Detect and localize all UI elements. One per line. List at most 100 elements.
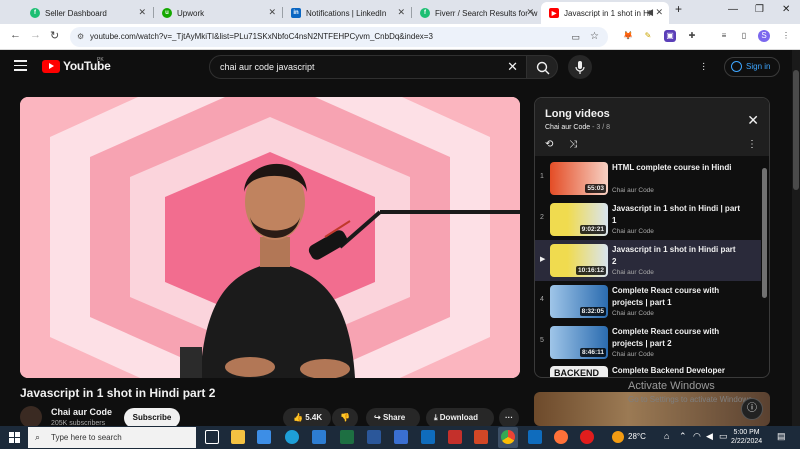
temperature[interactable]: 28°C [628, 432, 646, 441]
activate-windows-subtitle: Go to Settings to activate Windows. [628, 395, 755, 404]
cast-icon[interactable]: ▭ [571, 27, 580, 47]
teams-icon[interactable] [528, 430, 542, 444]
minimize-icon[interactable]: — [728, 4, 738, 15]
close-icon[interactable]: ✕ [268, 7, 276, 18]
sign-in-button[interactable]: Sign in [724, 57, 780, 77]
playlist-item-index: 2 [540, 214, 544, 221]
channel-name[interactable]: Chai aur Code [51, 407, 112, 417]
people-icon[interactable]: ⌂ [664, 431, 669, 441]
clock[interactable]: 5:00 PM 2/22/2024 [731, 428, 762, 446]
settings-menu-icon[interactable]: · · · [702, 59, 705, 75]
shuffle-icon[interactable]: ⤨ [569, 139, 577, 150]
close-icon[interactable]: ✕ [655, 7, 663, 18]
playlist-scrollbar[interactable] [762, 168, 767, 298]
playlist-item[interactable]: BACKEND Complete Backend Developer [535, 363, 761, 377]
playlist-item-current[interactable]: ▶ 10:16:12 Javascript in 1 shot in Hindi… [535, 240, 761, 281]
close-icon[interactable]: ✕ [526, 7, 534, 18]
chrome-menu-icon[interactable]: ⋮ [780, 30, 792, 42]
profile-avatar[interactable]: S [758, 30, 770, 42]
word-icon[interactable] [367, 430, 381, 444]
tab-upwork[interactable]: u Upwork ✕ [154, 2, 282, 24]
store-icon[interactable] [257, 430, 271, 444]
subscribe-button[interactable]: Subscribe [124, 408, 180, 428]
extensions-puzzle-icon[interactable]: ✚ [686, 30, 698, 42]
playlist-item[interactable]: 2 9:02:21 Javascript in 1 shot in Hindi … [535, 199, 761, 240]
firefox-icon[interactable] [554, 430, 568, 444]
loop-icon[interactable]: ⟲ [545, 139, 553, 150]
page-scrollbar[interactable] [792, 50, 800, 426]
hamburger-menu-icon[interactable] [14, 60, 27, 74]
windows-start-icon[interactable] [9, 432, 20, 443]
more-actions-button[interactable]: ··· [499, 408, 519, 428]
like-button[interactable]: 👍 5.4K [283, 408, 331, 428]
playlist-item-channel: Chai aur Code [612, 269, 654, 276]
playlist-channel[interactable]: Chai aur Code [545, 124, 590, 131]
playlist-item[interactable]: 4 8:32:05 Complete React course with pro… [535, 281, 761, 322]
fiverr-icon: f [30, 8, 40, 18]
volume-icon[interactable]: ◀ [706, 431, 713, 442]
new-tab-button[interactable]: + [675, 2, 682, 16]
outlook-icon[interactable] [421, 430, 435, 444]
search-input[interactable]: chai aur code javascript ✕ [209, 55, 527, 79]
taskbar-search-input[interactable]: ⌕ Type here to search [28, 427, 196, 448]
reload-icon[interactable]: ↻ [50, 29, 59, 42]
close-icon[interactable]: ✕ [138, 7, 146, 18]
tab-fiverr-search[interactable]: f Fiverr / Search Results for 'w ✕ [412, 2, 540, 24]
tab-title: Upwork [177, 8, 205, 18]
browser-tab-strip: f Seller Dashboard ✕ u Upwork ✕ in Notif… [0, 0, 800, 24]
voice-search-button[interactable] [568, 55, 592, 79]
reading-list-icon[interactable]: ≡ [718, 30, 730, 42]
search-query: chai aur code javascript [220, 62, 315, 72]
address-bar[interactable]: ⚙ youtube.com/watch?v=_TjtAyMkiTI&list=P… [70, 27, 608, 47]
tab-youtube-active[interactable]: ▶ Javascript in 1 shot in Hi ◀ ✕ [541, 2, 669, 24]
show-hidden-icons[interactable]: ⌃ [679, 431, 687, 442]
video-player[interactable] [20, 97, 520, 378]
metamask-icon[interactable]: 🦊 [622, 30, 634, 42]
download-button[interactable]: ⤓ Download [426, 408, 494, 428]
close-playlist-icon[interactable]: ✕ [747, 112, 759, 129]
bookmark-star-icon[interactable]: ☆ [590, 27, 599, 47]
thumbs-up-icon: 👍 [293, 413, 303, 422]
access-icon[interactable] [448, 430, 462, 444]
playlist-header: Long videos Chai aur Code - 3 / 8 ✕ ⟲ ⤨ … [535, 98, 769, 156]
tab-linkedin[interactable]: in Notifications | LinkedIn ✕ [283, 2, 411, 24]
playlist-item-title: Javascript in 1 shot in Hindi | part 1 [612, 204, 741, 225]
opera-icon[interactable] [580, 430, 594, 444]
clear-search-icon[interactable]: ✕ [507, 56, 518, 78]
playlist-more-icon[interactable]: ⋮ [747, 139, 757, 150]
share-button[interactable]: ↪ Share [366, 408, 420, 428]
info-icon[interactable]: ⓘ [741, 398, 763, 420]
pen-extension-icon[interactable]: ✎ [642, 30, 654, 42]
powerpoint-icon[interactable] [474, 430, 488, 444]
edge-icon[interactable] [285, 430, 299, 444]
playlist-item[interactable]: 1 55:03 HTML complete course in Hindi Ch… [535, 158, 761, 199]
playlist-item-index: 1 [540, 173, 544, 180]
notifications-icon[interactable]: ▤ [777, 431, 786, 442]
excel-icon[interactable] [340, 430, 354, 444]
battery-icon[interactable]: ▭ [719, 431, 728, 442]
speaker-icon[interactable]: ◀ [646, 7, 653, 18]
playlist-item[interactable]: 5 8:46:11 Complete React course with pro… [535, 322, 761, 363]
windows-taskbar: ⌕ Type here to search 28°C ⌂ ⌃ ◠ ◀ ▭ 5:0… [0, 426, 800, 449]
extension-badge-icon[interactable]: ▣ [664, 30, 676, 42]
close-icon[interactable]: ✕ [397, 7, 405, 18]
forward-icon[interactable]: → [30, 29, 41, 41]
dislike-button[interactable]: 👎 [332, 408, 358, 428]
restore-icon[interactable]: ❐ [755, 4, 764, 15]
channel-avatar[interactable] [20, 406, 42, 428]
search-button[interactable] [526, 55, 558, 79]
playlist-item-title: Complete Backend Developer [612, 366, 725, 375]
vscode-icon[interactable] [312, 430, 326, 444]
playlist-title[interactable]: Long videos [545, 108, 610, 120]
playlist-item-index: 5 [540, 337, 544, 344]
tab-seller-dashboard[interactable]: f Seller Dashboard ✕ [22, 2, 152, 24]
back-icon[interactable]: ← [10, 29, 21, 41]
task-view-icon[interactable] [205, 430, 219, 444]
side-panel-icon[interactable]: ▯ [738, 30, 750, 42]
weather-icon[interactable] [612, 431, 624, 443]
mail-icon[interactable] [394, 430, 408, 444]
file-explorer-icon[interactable] [231, 430, 245, 444]
network-icon[interactable]: ◠ [693, 431, 701, 442]
site-info-icon[interactable]: ⚙ [77, 27, 84, 47]
close-window-icon[interactable]: ✕ [782, 4, 790, 15]
